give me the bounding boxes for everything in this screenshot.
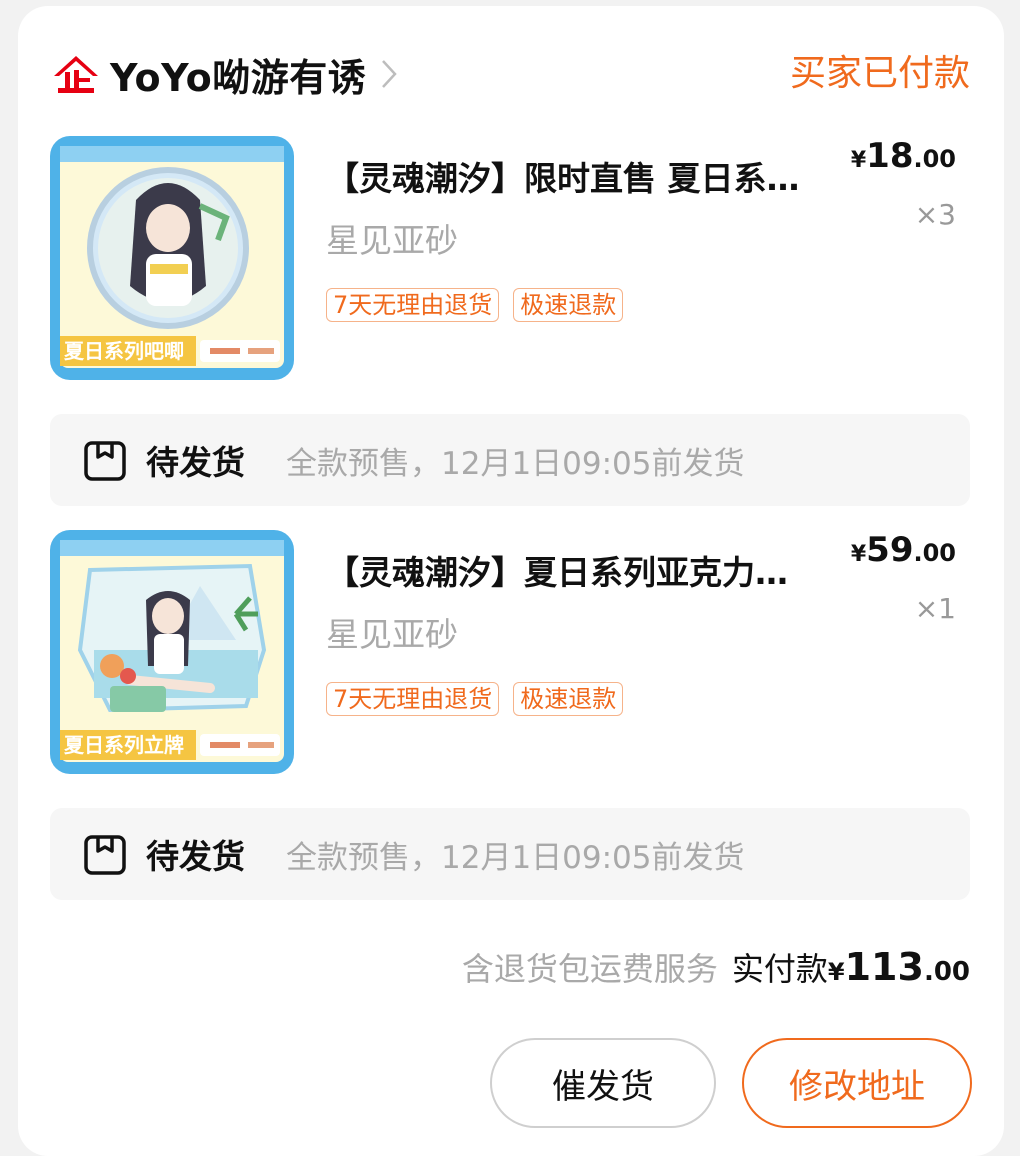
item-title[interactable]: 【灵魂潮汐】限时直售 夏日系… bbox=[326, 152, 866, 200]
enterprise-store-icon bbox=[54, 56, 98, 93]
item-price: ¥18.00 bbox=[850, 136, 956, 176]
order-total: 含退货包运费服务 实付款 ¥113.00 bbox=[462, 944, 970, 990]
item-quantity: ×3 bbox=[914, 198, 956, 231]
item-price: ¥59.00 bbox=[850, 530, 956, 570]
product-thumbnail[interactable]: 夏日系列吧唧 bbox=[50, 136, 294, 380]
chevron-right-icon bbox=[382, 60, 397, 88]
total-note: 含退货包运费服务 bbox=[461, 950, 718, 988]
order-card: YoYo呦游有诱 买家已付款 夏日系列吧唧 【灵魂潮汐】限时直售 夏日系… 星见… bbox=[18, 6, 1004, 1156]
shop-header[interactable]: YoYo呦游有诱 bbox=[50, 46, 398, 102]
product-thumbnail[interactable]: 夏日系列立牌 bbox=[50, 530, 294, 774]
shipping-state: 待发货 bbox=[146, 443, 245, 482]
package-box-icon bbox=[84, 441, 126, 481]
tag-return-7day: 7天无理由退货 bbox=[326, 288, 500, 322]
item-sku: 星见亚砂 bbox=[326, 221, 458, 260]
total-amount: 113 bbox=[844, 945, 924, 989]
shipping-note: 全款预售，12月1日09:05前发货 bbox=[286, 840, 745, 876]
order-item[interactable]: 夏日系列立牌 【灵魂潮汐】夏日系列亚克力… 星见亚砂 7天无理由退货 极速退款 … bbox=[50, 530, 972, 776]
package-box-icon bbox=[84, 835, 126, 875]
tag-return-7day: 7天无理由退货 bbox=[326, 682, 500, 716]
order-status: 买家已付款 bbox=[789, 53, 970, 94]
thumb-caption: 夏日系列立牌 bbox=[64, 733, 184, 757]
item-title[interactable]: 【灵魂潮汐】夏日系列亚克力… bbox=[326, 546, 866, 594]
thumb-caption: 夏日系列吧唧 bbox=[64, 339, 184, 363]
total-label: 实付款 bbox=[731, 950, 828, 988]
service-tags: 7天无理由退货 极速退款 bbox=[326, 682, 624, 716]
shop-name: YoYo呦游有诱 bbox=[110, 55, 367, 100]
item-sku: 星见亚砂 bbox=[326, 615, 458, 654]
modify-address-button[interactable]: 修改地址 bbox=[742, 1038, 972, 1128]
shipping-note: 全款预售，12月1日09:05前发货 bbox=[286, 446, 745, 482]
service-tags: 7天无理由退货 极速退款 bbox=[326, 288, 624, 322]
item-quantity: ×1 bbox=[914, 592, 956, 625]
shipping-status: 待发货 全款预售，12月1日09:05前发货 bbox=[50, 414, 970, 506]
tag-fast-refund: 极速退款 bbox=[513, 288, 624, 322]
order-item[interactable]: 夏日系列吧唧 【灵魂潮汐】限时直售 夏日系… 星见亚砂 7天无理由退货 极速退款… bbox=[50, 136, 972, 382]
total-decimal: .00 bbox=[923, 957, 970, 987]
urge-shipping-button[interactable]: 催发货 bbox=[490, 1038, 716, 1128]
shipping-state: 待发货 bbox=[146, 837, 245, 876]
shipping-status: 待发货 全款预售，12月1日09:05前发货 bbox=[50, 808, 970, 900]
total-currency: ¥ bbox=[827, 958, 845, 986]
tag-fast-refund: 极速退款 bbox=[513, 682, 624, 716]
